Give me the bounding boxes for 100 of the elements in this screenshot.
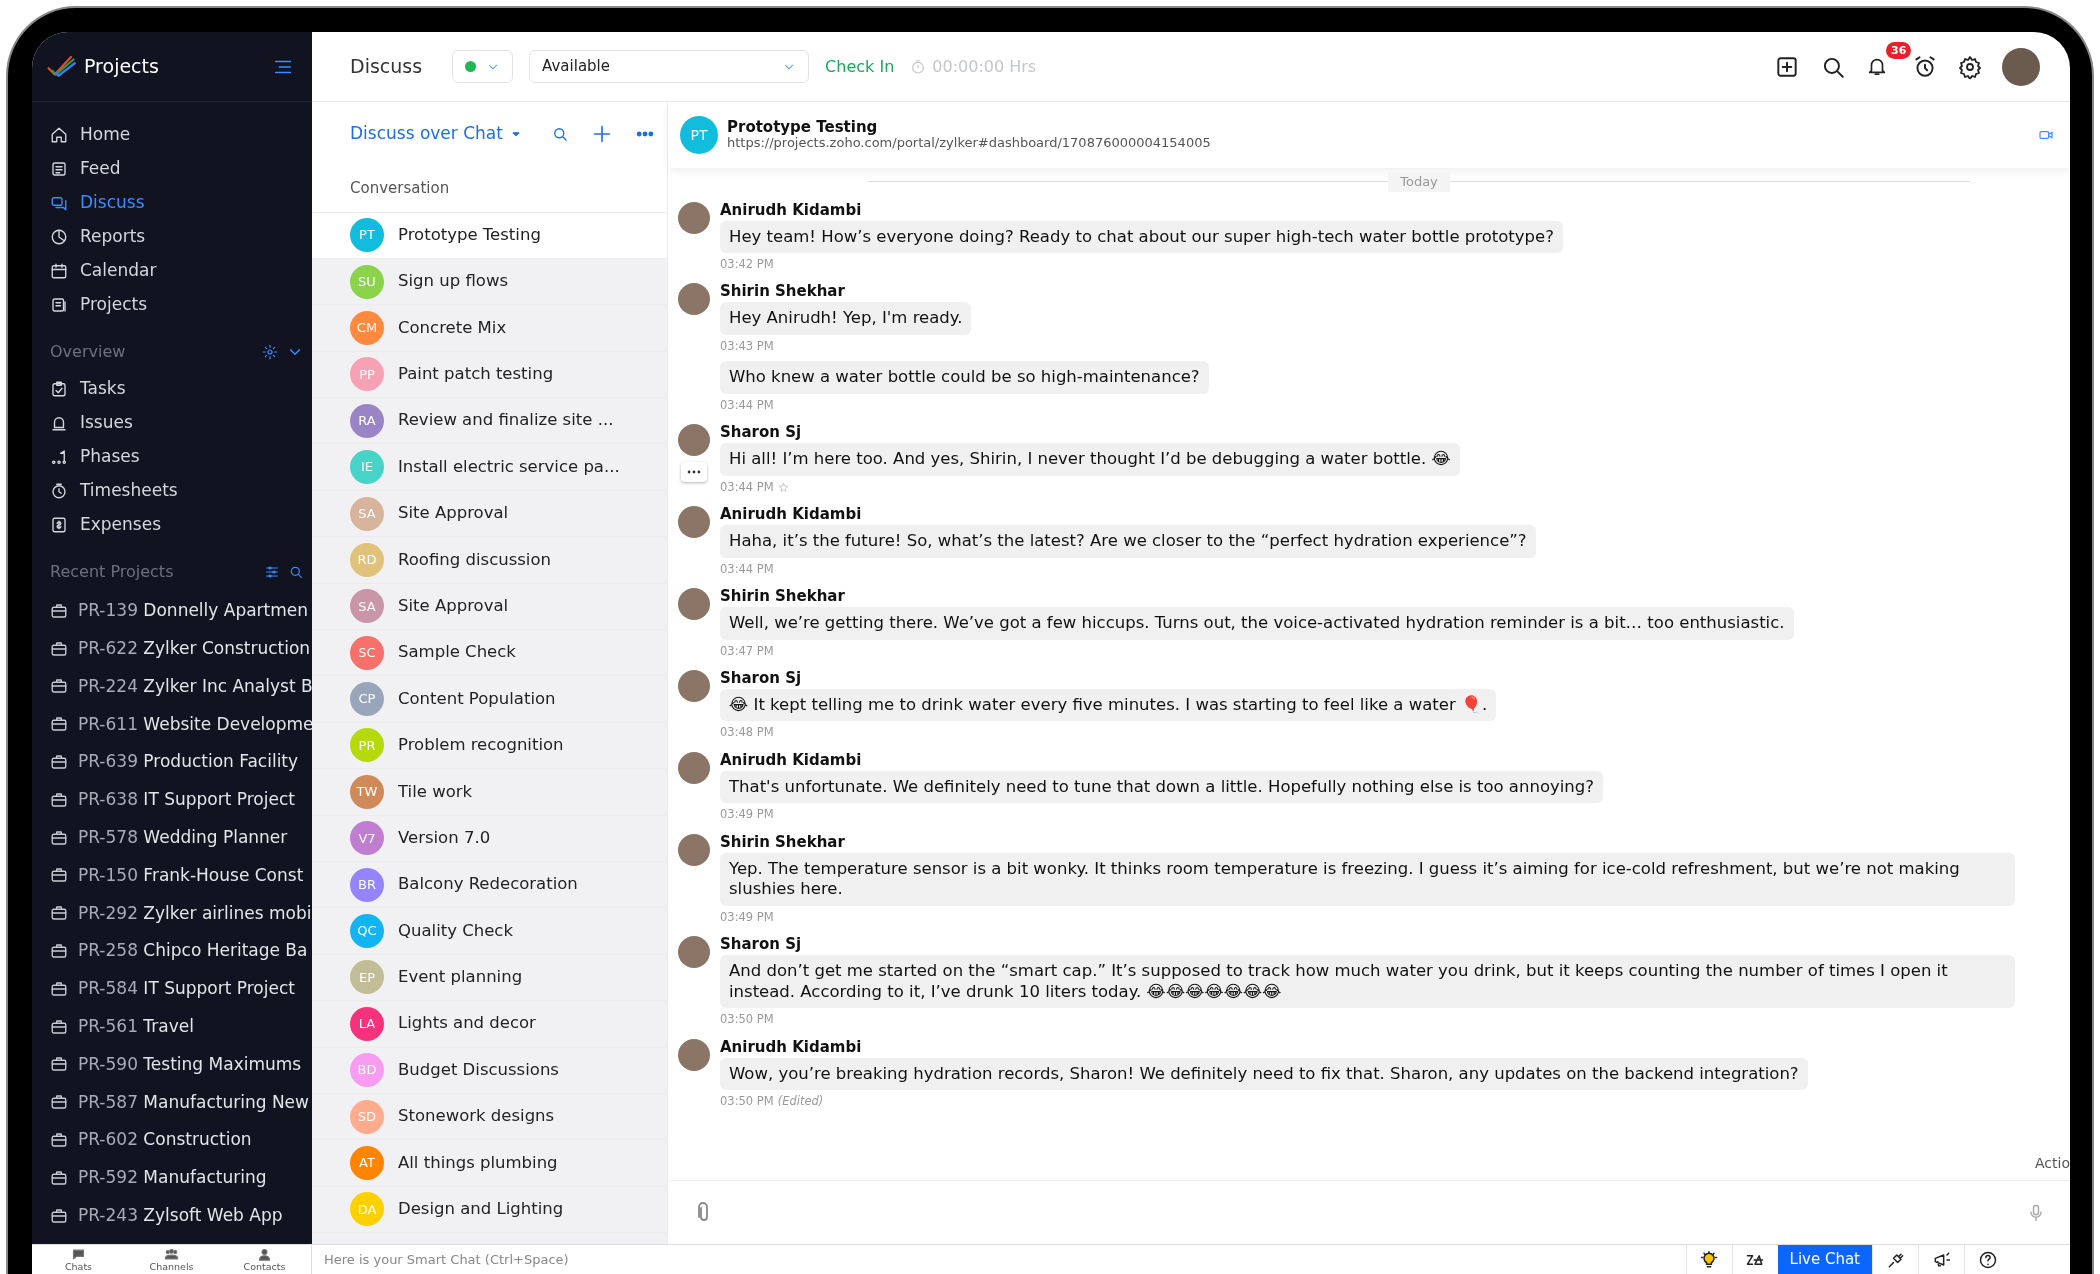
project-link[interactable]: PR-611 Website Developme <box>78 711 312 738</box>
user-avatar <box>678 751 710 784</box>
nav-item[interactable]: Feed <box>32 152 312 186</box>
chat-url[interactable]: https://projects.zoho.com/portal/zylker#dashboard/170876000004154005 <box>727 135 1211 152</box>
message-time: 03:44 PM <box>720 560 774 578</box>
project-link[interactable]: PR-292 Zylker airlines mobi <box>78 900 312 926</box>
project-link[interactable]: PR-150 Frank-House Const <box>78 862 304 889</box>
conversation-item[interactable]: RD Roofing discussion <box>312 537 667 584</box>
message-bubble: Well, we’re getting there. We’ve got a few hiccups. Turns out, the voice-activated hydration reminder is a bit… too enthusiastic. <box>720 606 1794 640</box>
filter-icon[interactable] <box>264 564 280 580</box>
receipt-icon <box>50 516 68 534</box>
nav-item[interactable]: Discuss <box>32 186 312 220</box>
message-bubble: Yep. The temperature sensor is a bit wonky. It thinks room temperature is freezing. I guess it’s aiming for ice-cold refreshment, but we’re not making slushies here. <box>720 852 2015 906</box>
nav-item[interactable]: Expenses <box>32 508 312 542</box>
conversation-item[interactable]: CM Concrete Mix <box>312 305 667 352</box>
project-link[interactable]: PR-590 Testing Maximums <box>78 1051 302 1078</box>
project-link[interactable]: PR-592 Manufacturing <box>78 1165 267 1191</box>
house-icon <box>50 126 68 144</box>
project-link[interactable]: PR-578 Wedding Planner <box>78 824 288 851</box>
conversation-item[interactable]: SA Site Approval <box>312 490 667 538</box>
project-link[interactable]: PR-638 IT Support Project <box>78 787 295 813</box>
nav-item[interactable]: Issues <box>32 406 312 440</box>
action-label[interactable]: Actio <box>668 1153 2070 1180</box>
project-link[interactable]: PR-602 Construction <box>78 1127 252 1153</box>
briefcase-icon <box>50 639 68 658</box>
conversation-item[interactable]: PR Problem recognition <box>312 722 667 770</box>
more-options-button[interactable] <box>681 462 707 483</box>
app-title: Projects <box>84 54 159 80</box>
conversation-item[interactable]: BR Balcony Redecoration <box>312 861 667 909</box>
initials-avatar: RD <box>350 542 384 577</box>
bottom-tab[interactable]: Channels <box>125 1245 218 1274</box>
author-name: Anirudh Kidambi <box>720 749 863 771</box>
project-link[interactable]: PR-639 Production Facility <box>78 749 299 775</box>
project-link[interactable]: PR-622 Zylker Construction <box>78 635 311 662</box>
nav-item[interactable]: Timesheets <box>32 474 312 508</box>
page-title: Discuss <box>350 54 423 80</box>
live-chat-button[interactable]: Live Chat <box>1777 1245 1872 1274</box>
nav-item[interactable]: Tasks <box>32 372 312 406</box>
initials-avatar: PT <box>680 116 718 154</box>
calendar-icon <box>50 262 68 280</box>
smart-chat-field[interactable]: Here is your Smart Chat (Ctrl+Space) <box>311 1245 1686 1274</box>
chat-title: Prototype Testing <box>727 118 879 136</box>
conversation-item[interactable]: SU Sign up flows <box>312 258 667 306</box>
conversation-item[interactable]: SD Stonework designs <box>312 1093 667 1141</box>
conversation-item[interactable]: IE Install electric service pa... <box>312 444 667 491</box>
nav-item[interactable]: Calendar <box>32 254 312 288</box>
user-avatar <box>678 669 710 702</box>
user-avatar <box>678 506 710 538</box>
conversation-item[interactable]: RA Review and finalize site ... <box>312 398 667 445</box>
conversation-item[interactable]: QC Quality Check <box>312 908 667 955</box>
project-link[interactable]: PR-584 IT Support Project <box>78 976 295 1002</box>
conversation-item[interactable]: TW Tile work <box>312 769 667 816</box>
help-icon <box>1977 1249 1998 1270</box>
message-time: 03:50 PM <box>720 1011 774 1029</box>
star-icon[interactable] <box>777 481 789 493</box>
speech-bubble-icon <box>71 1246 86 1262</box>
initials-avatar: LA <box>350 1006 384 1041</box>
project-link[interactable]: PR-139 Donnelly Apartmen <box>78 598 309 624</box>
conversation-item[interactable]: AT All things plumbing <box>312 1140 667 1187</box>
conversation-item[interactable]: PT Prototype Testing <box>312 212 667 259</box>
nav-item[interactable]: Home <box>32 118 312 152</box>
message-time: 03:44 PM <box>720 478 774 496</box>
conversation-item[interactable]: V7 Version 7.0 <box>312 815 667 862</box>
conversation-item[interactable]: EP Event planning <box>312 954 667 1002</box>
initials-avatar: AT <box>350 1146 384 1180</box>
status-dropdown[interactable] <box>452 50 514 83</box>
bottom-tab[interactable]: Chats <box>32 1245 125 1274</box>
conversation-item[interactable]: BD Budget Discussions <box>312 1047 667 1094</box>
project-link[interactable]: PR-243 Zylsoft Web App <box>78 1202 283 1229</box>
conversation-item[interactable]: PP Paint patch testing <box>312 351 667 399</box>
author-name: Anirudh Kidambi <box>720 504 863 525</box>
user-avatar <box>678 424 710 457</box>
conversation-item[interactable]: DA Design and Lighting <box>312 1186 667 1234</box>
conversation-item[interactable]: SA Site Approval <box>312 583 667 630</box>
user-avatar <box>678 936 710 968</box>
author-name: Sharon Sj <box>720 667 803 689</box>
timer-text: 00:00:00 Hrs <box>910 54 1037 79</box>
project-link[interactable]: PR-224 Zylker Inc Analyst B <box>78 673 312 700</box>
project-link[interactable]: PR-258 Chipco Heritage Ba <box>78 938 308 964</box>
initials-avatar: V7 <box>350 821 384 856</box>
conversation-item[interactable]: LA Lights and decor <box>312 1001 667 1048</box>
alarm-clock-icon[interactable] <box>1912 53 1938 80</box>
bottom-tab[interactable]: Contacts <box>218 1245 311 1274</box>
status-select[interactable]: Available <box>529 50 810 83</box>
settings-icon[interactable] <box>1958 54 1982 79</box>
conversation-item[interactable]: CP Content Population <box>312 676 667 723</box>
message-bubble: Hey Anirudh! Yep, I'm ready. <box>720 302 972 335</box>
nav-item[interactable]: Projects <box>32 288 312 322</box>
user-avatar <box>678 201 710 234</box>
message-time: 03:49 PM <box>720 908 774 926</box>
author-name: Anirudh Kidambi <box>720 199 863 221</box>
message-time: 03:43 PM <box>720 338 774 355</box>
project-link[interactable]: PR-561 Travel <box>78 1013 194 1040</box>
nav-item[interactable]: Phases <box>32 440 312 474</box>
message-bubble: Hi all! I’m here too. And yes, Shirin, I never thought I’d be debugging a water bottle. 😂 <box>720 443 1460 476</box>
user-avatar[interactable] <box>2002 47 2040 86</box>
conversation-item[interactable]: SC Sample Check <box>312 630 667 677</box>
project-link[interactable]: PR-587 Manufacturing New <box>78 1089 309 1115</box>
nav-item[interactable]: Reports <box>32 220 312 254</box>
initials-avatar: SD <box>350 1099 384 1134</box>
